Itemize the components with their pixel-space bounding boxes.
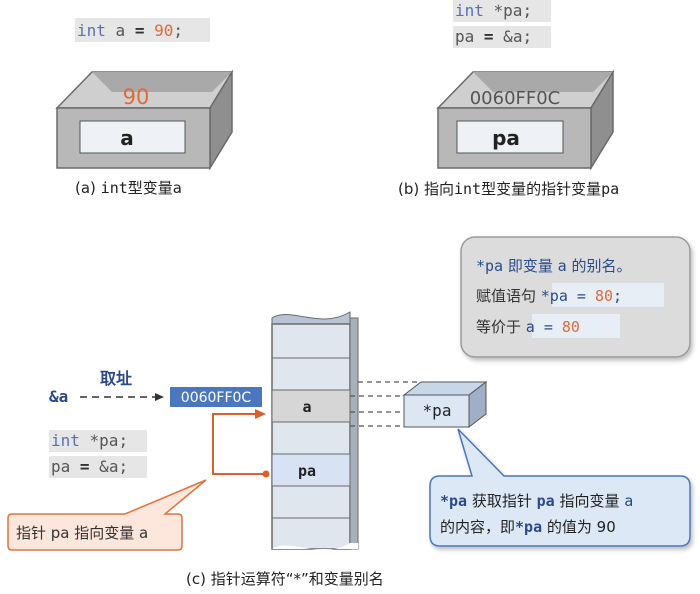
code-pa-eq-amp-a: pa = &a; <box>455 27 532 46</box>
fetch-address-label: 取址 <box>100 369 132 388</box>
code-c-pa-eq-amp-a: pa = &a; <box>51 457 128 476</box>
code-int-a-eq-90: int a = 90; <box>77 21 183 40</box>
code-int-pa: int *pa; <box>455 1 532 20</box>
address-badge-text: 0060FF0C <box>181 390 252 406</box>
cell-label-pa: pa <box>298 462 316 480</box>
deref-callout-line-2: 的内容，即*pa 的值为 90 <box>440 518 616 536</box>
amp-a-label: &a <box>49 387 68 406</box>
pointer-connector <box>212 409 270 478</box>
info-line-2: 赋值语句 *pa = 80; <box>476 287 622 305</box>
pointer-diagram: int a = 90; 90 a (a) int型变量a int *pa; pa… <box>7 0 691 588</box>
panel-b: int *pa; pa = &a; 0060FF0C pa (b) 指向int型… <box>398 0 619 198</box>
panel-a: int a = 90; 90 a (a) int型变量a <box>55 18 234 197</box>
pointer-box-pa <box>436 69 615 171</box>
box-label-pa: pa <box>492 126 520 150</box>
caption-a: (a) int型变量a <box>75 179 182 197</box>
box-label-a: a <box>120 126 134 150</box>
code-c-int-pa: int *pa; <box>51 431 128 450</box>
alias-info-box: *pa 即变量 a 的别名。 赋值语句 *pa = 80; 等价于 a = 80 <box>460 236 691 358</box>
caption-b: (b) 指向int型变量的指针变量pa <box>398 180 619 198</box>
memory-column <box>271 311 359 550</box>
cell-label-a: a <box>302 398 311 416</box>
box-value-address: 0060FF0C <box>470 88 561 109</box>
deref-callout-line-1: *pa 获取指针 pa 指向变量 a <box>440 492 633 510</box>
caption-c: (c) 指针运算符“*”和变量别名 <box>186 570 384 588</box>
box-value-90: 90 <box>123 85 150 109</box>
deref-box-label: *pa <box>423 401 452 420</box>
info-line-3: 等价于 a = 80 <box>476 318 580 336</box>
info-line-1: *pa 即变量 a 的别名。 <box>476 257 631 275</box>
pointer-note-text: 指针 pa 指向变量 a <box>16 524 148 542</box>
panel-c: *pa 即变量 a 的别名。 赋值语句 *pa = 80; 等价于 a = 80 <box>7 236 691 588</box>
